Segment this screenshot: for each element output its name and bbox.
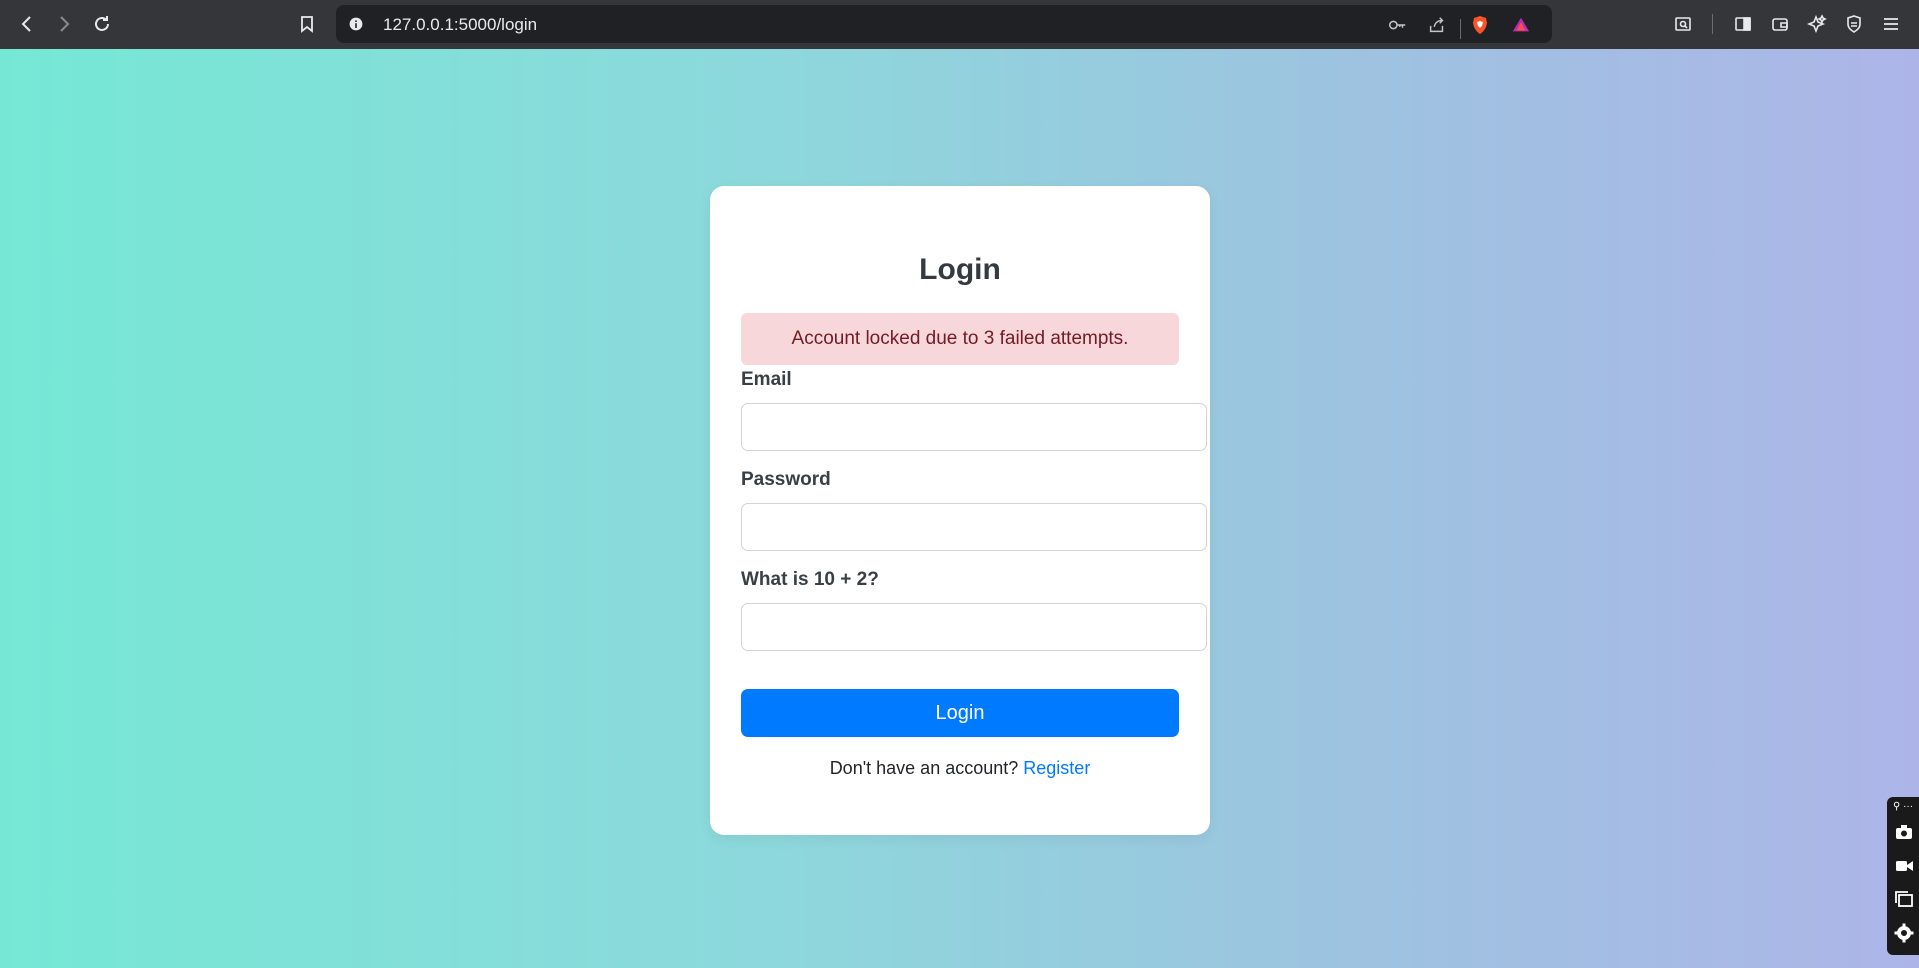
- captcha-label: What is 10 + 2?: [741, 569, 879, 590]
- brave-shield-icon[interactable]: [1469, 14, 1491, 36]
- toolbar-divider: [1712, 14, 1713, 34]
- windows-icon[interactable]: [1891, 886, 1917, 912]
- site-info-icon[interactable]: [346, 14, 366, 34]
- register-prompt-text: Don't have an account?: [829, 758, 1019, 778]
- sidebar-toggle-icon[interactable]: [1728, 9, 1758, 39]
- capture-widget: ⚲ ···: [1887, 797, 1919, 955]
- page-background: Login Account locked due to 3 failed att…: [0, 49, 1919, 968]
- widget-header[interactable]: ⚲ ···: [1893, 801, 1913, 812]
- leo-ai-icon[interactable]: [1802, 9, 1832, 39]
- password-field[interactable]: [741, 503, 1207, 551]
- share-icon[interactable]: [1426, 14, 1448, 36]
- menu-icon[interactable]: [1876, 9, 1906, 39]
- rewards-icon[interactable]: [1510, 14, 1532, 36]
- email-label: Email: [741, 369, 792, 390]
- video-icon[interactable]: [1891, 853, 1917, 879]
- password-label: Password: [741, 469, 831, 490]
- register-prompt: Don't have an account? Register: [710, 758, 1210, 779]
- camera-icon[interactable]: [1891, 819, 1917, 845]
- register-link[interactable]: Register: [1023, 758, 1090, 778]
- error-alert: Account locked due to 3 failed attempts.: [741, 313, 1179, 365]
- forward-icon[interactable]: [49, 9, 79, 39]
- key-icon[interactable]: [1386, 14, 1408, 36]
- settings-icon[interactable]: [1891, 920, 1917, 946]
- bookmark-icon[interactable]: [292, 9, 322, 39]
- back-icon[interactable]: [12, 9, 42, 39]
- address-divider: [1460, 19, 1461, 39]
- login-card: Login Account locked due to 3 failed att…: [710, 186, 1210, 835]
- browser-toolbar: 127.0.0.1:5000/login: [0, 0, 1919, 49]
- captcha-field[interactable]: [741, 603, 1207, 651]
- address-bar[interactable]: 127.0.0.1:5000/login: [336, 5, 1552, 43]
- login-button[interactable]: Login: [741, 689, 1179, 737]
- wallet-icon[interactable]: [1765, 9, 1795, 39]
- sidebar-search-icon[interactable]: [1668, 9, 1698, 39]
- vpn-shield-icon[interactable]: [1839, 9, 1869, 39]
- url-text[interactable]: 127.0.0.1:5000/login: [383, 15, 537, 35]
- email-field[interactable]: [741, 403, 1207, 451]
- reload-icon[interactable]: [87, 9, 117, 39]
- page-title: Login: [919, 253, 1001, 286]
